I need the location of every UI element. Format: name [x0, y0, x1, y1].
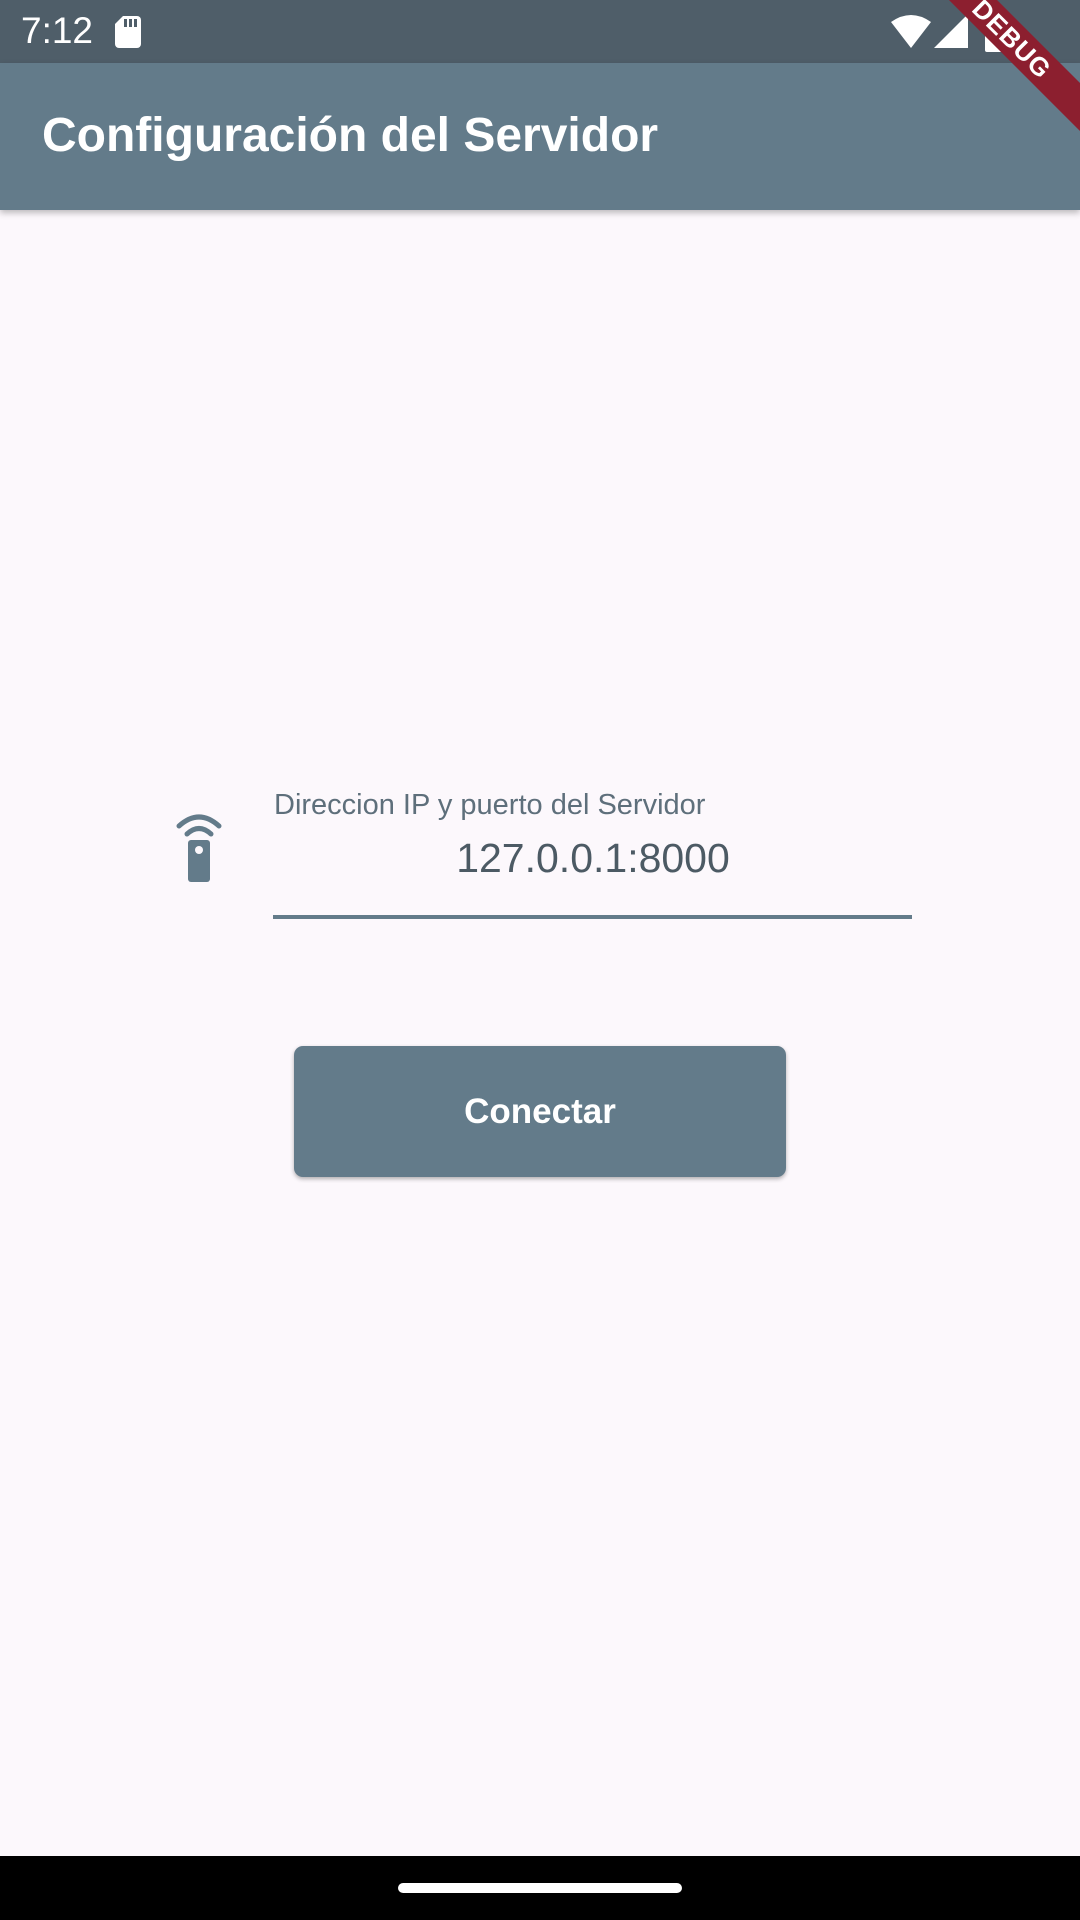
wifi-icon	[891, 15, 931, 48]
signal-icon	[934, 14, 968, 48]
connect-button[interactable]: Conectar	[294, 1046, 786, 1177]
settings-remote-icon	[176, 814, 222, 882]
status-bar: 7:12	[0, 0, 1080, 63]
app-screen: 7:12 Configuración del Servidor DEBUG Di	[0, 0, 1080, 1920]
server-address-label: Direccion IP y puerto del Servidor	[274, 789, 706, 821]
home-gesture-handle[interactable]	[398, 1883, 682, 1893]
sd-card-icon	[115, 16, 141, 48]
navigation-bar	[0, 1856, 1080, 1920]
server-address-underline	[273, 915, 912, 919]
status-time: 7:12	[21, 10, 94, 51]
page-title: Configuración del Servidor	[42, 109, 659, 162]
server-address-input[interactable]	[274, 830, 912, 886]
app-bar: Configuración del Servidor	[0, 63, 1080, 210]
main-content: Direccion IP y puerto del Servidor Conec…	[0, 210, 1080, 1856]
